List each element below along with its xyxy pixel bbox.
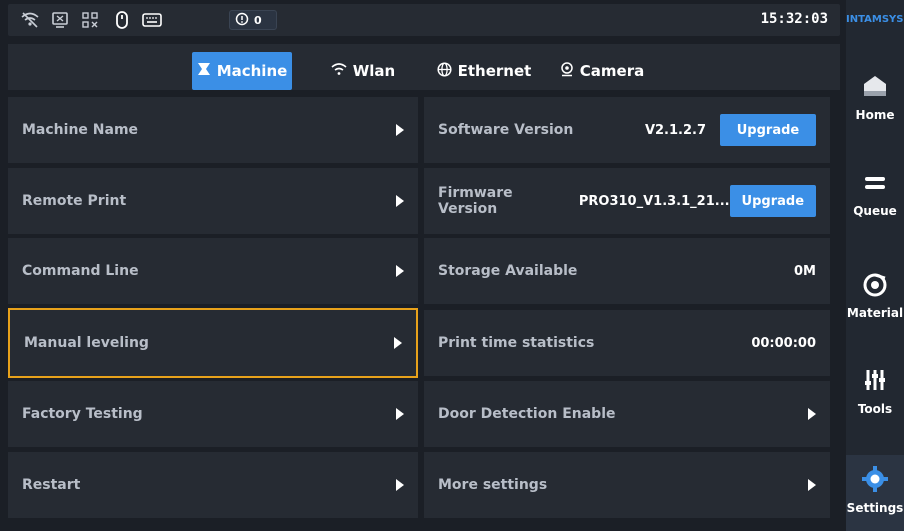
row-label: Software Version xyxy=(438,122,574,138)
row-command-line[interactable]: Command Line xyxy=(8,238,418,304)
wifi-off-icon xyxy=(20,10,40,30)
row-label: Restart xyxy=(22,477,81,493)
settings-tab-bar: Machine Wlan Ethernet Camera xyxy=(8,44,840,90)
row-label: Factory Testing xyxy=(22,406,143,422)
nav-label: Tools xyxy=(857,402,893,416)
arrow-right-icon xyxy=(396,408,404,420)
print-time-value: 00:00:00 xyxy=(751,335,816,351)
firmware-version-value: PRO310_V1.3.1_21... xyxy=(578,193,730,209)
row-machine-name[interactable]: Machine Name xyxy=(8,97,418,163)
globe-icon xyxy=(437,61,452,81)
nav-tools[interactable]: Tools xyxy=(846,366,904,428)
row-label: Manual leveling xyxy=(24,335,149,351)
status-bar: 0 15:32:03 xyxy=(8,4,840,36)
row-label: Print time statistics xyxy=(438,335,595,351)
settings-screen: 0 15:32:03 Machine Wlan Ethernet Camera … xyxy=(0,0,904,531)
storage-available-value: 0M xyxy=(794,263,816,279)
row-more-settings[interactable]: More settings xyxy=(424,452,830,518)
nav-queue[interactable]: Queue xyxy=(846,172,904,234)
nav-label: Settings xyxy=(846,501,904,515)
row-label: Firmware Version xyxy=(438,185,513,217)
tab-ethernet[interactable]: Ethernet xyxy=(432,52,536,90)
network-disconnected-icon xyxy=(80,10,100,30)
nav-home[interactable]: Home xyxy=(846,72,904,134)
arrow-right-icon xyxy=(396,195,404,207)
row-manual-leveling[interactable]: Manual leveling xyxy=(8,308,418,378)
row-print-time-statistics: Print time statistics 00:00:00 xyxy=(424,310,830,376)
tab-label: Ethernet xyxy=(457,62,532,80)
upgrade-firmware-button[interactable]: Upgrade xyxy=(729,185,816,217)
software-version-value: V2.1.2.7 xyxy=(644,122,706,138)
settings-icon xyxy=(861,465,889,497)
row-door-detection-enable[interactable]: Door Detection Enable xyxy=(424,381,830,447)
clock: 15:32:03 xyxy=(760,11,828,27)
alert-badge[interactable]: 0 xyxy=(229,10,277,30)
brand-logo: INTAMSYS xyxy=(846,14,904,25)
nav-label: Material xyxy=(846,306,904,320)
home-icon xyxy=(861,72,889,104)
main-sidebar: INTAMSYS Home Queue Material Tools Setti… xyxy=(846,0,904,531)
tab-camera[interactable]: Camera xyxy=(552,52,652,90)
tools-icon xyxy=(861,366,889,398)
wifi-icon xyxy=(331,62,347,80)
usb-device-icon xyxy=(50,10,70,30)
row-firmware-version: Firmware Version PRO310_V1.3.1_21... Upg… xyxy=(424,168,830,234)
material-icon xyxy=(861,270,889,302)
tab-label: Camera xyxy=(579,62,645,80)
row-label: More settings xyxy=(438,477,548,493)
keyboard-icon xyxy=(142,10,162,30)
nav-label: Queue xyxy=(853,204,897,218)
tab-wlan[interactable]: Wlan xyxy=(320,52,406,90)
row-label: Command Line xyxy=(22,263,139,279)
nav-material[interactable]: Material xyxy=(846,270,904,332)
mouse-icon xyxy=(112,10,132,30)
tab-label: Machine xyxy=(216,62,288,80)
alert-icon xyxy=(235,11,249,30)
tab-label: Wlan xyxy=(352,62,396,80)
upgrade-software-button[interactable]: Upgrade xyxy=(720,114,816,146)
row-software-version: Software Version V2.1.2.7 Upgrade xyxy=(424,97,830,163)
row-label: Remote Print xyxy=(22,193,127,209)
tab-machine[interactable]: Machine xyxy=(192,52,292,90)
arrow-right-icon xyxy=(396,265,404,277)
row-factory-testing[interactable]: Factory Testing xyxy=(8,381,418,447)
row-label: Door Detection Enable xyxy=(438,406,616,422)
arrow-right-icon xyxy=(808,479,816,491)
camera-icon xyxy=(560,61,574,81)
row-remote-print[interactable]: Remote Print xyxy=(8,168,418,234)
arrow-right-icon xyxy=(394,337,402,349)
row-restart[interactable]: Restart xyxy=(8,452,418,518)
arrow-right-icon xyxy=(396,124,404,136)
row-label: Storage Available xyxy=(438,263,578,279)
alert-count: 0 xyxy=(254,13,262,27)
nav-label: Home xyxy=(855,108,895,122)
row-storage-available: Storage Available 0M xyxy=(424,238,830,304)
queue-icon xyxy=(861,172,889,200)
row-label: Machine Name xyxy=(22,122,139,138)
machine-icon xyxy=(197,62,211,80)
nav-settings[interactable]: Settings xyxy=(846,455,904,531)
arrow-right-icon xyxy=(808,408,816,420)
arrow-right-icon xyxy=(396,479,404,491)
